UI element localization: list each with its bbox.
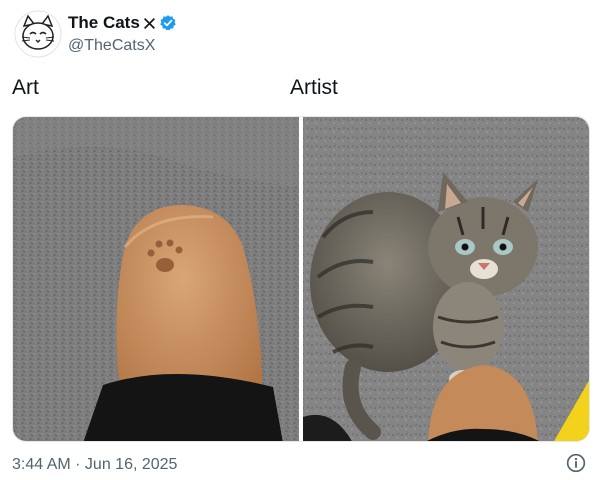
display-name[interactable]: The Cats bbox=[68, 13, 140, 33]
cat-avatar-icon bbox=[14, 10, 62, 58]
tweet-header: The Cats @TheCatsX bbox=[14, 10, 574, 60]
caption-artist: Artist bbox=[290, 76, 338, 99]
name-row: The Cats bbox=[68, 12, 177, 34]
media-grid[interactable] bbox=[12, 116, 590, 442]
tweet-timestamp[interactable]: 3:44 AM · Jun 16, 2025 bbox=[12, 456, 177, 474]
info-icon[interactable] bbox=[566, 453, 586, 473]
x-logo-icon bbox=[143, 17, 156, 30]
avatar[interactable] bbox=[14, 10, 62, 58]
user-handle[interactable]: @TheCatsX bbox=[68, 37, 155, 55]
paw-print-on-boot-photo[interactable] bbox=[13, 117, 299, 442]
verified-badge-icon bbox=[159, 14, 177, 32]
tabby-cat-photo[interactable] bbox=[303, 117, 590, 442]
caption-art: Art bbox=[12, 76, 39, 99]
